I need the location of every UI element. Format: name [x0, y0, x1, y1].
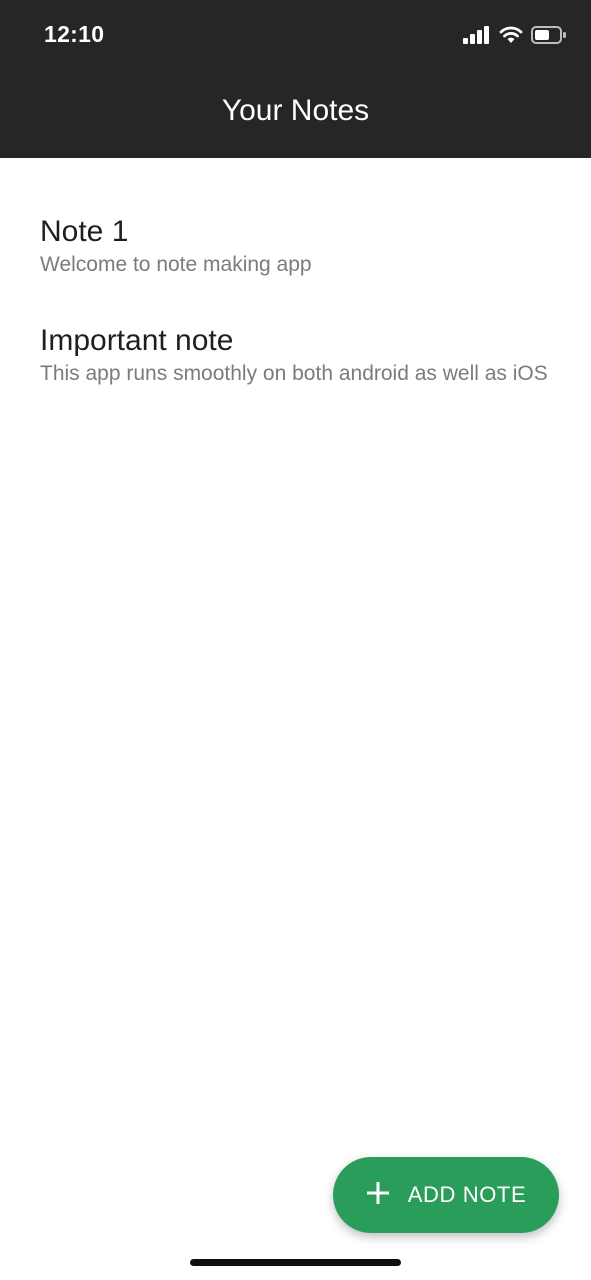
add-note-label: ADD NOTE — [407, 1182, 527, 1207]
app-header: 12:10 Your Notes — [0, 0, 591, 158]
note-preview: This app runs smoothly on both android a… — [40, 362, 548, 385]
status-icons — [463, 24, 567, 46]
plus-icon — [366, 1181, 390, 1210]
note-preview: Welcome to note making app — [40, 253, 312, 276]
note-title: Note 1 — [40, 215, 129, 248]
notes-screen: 12:10 Your Notes Note 1 Welcome to note … — [0, 0, 591, 1280]
wifi-icon — [499, 26, 523, 44]
page-title: Your Notes — [221, 94, 370, 127]
note-item[interactable]: Note 1 Welcome to note making app — [40, 214, 560, 278]
signal-icon — [463, 26, 491, 44]
note-item[interactable]: Important note This app runs smoothly on… — [40, 323, 560, 387]
note-title: Important note — [40, 324, 234, 357]
home-indicator[interactable] — [190, 1259, 401, 1266]
battery-icon — [531, 25, 567, 45]
status-time: 12:10 — [44, 21, 105, 47]
add-note-button[interactable]: ADD NOTE — [333, 1157, 559, 1233]
